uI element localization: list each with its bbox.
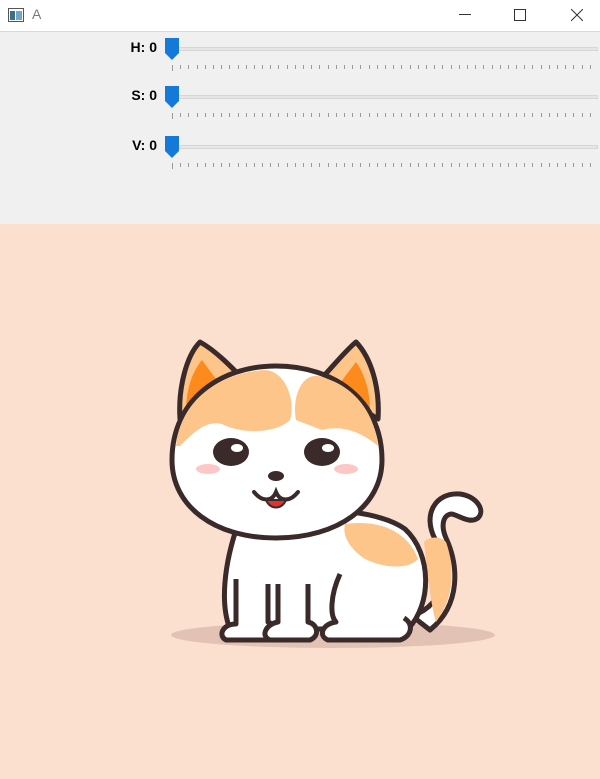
slider-v-thumb[interactable] [165,136,179,158]
cat-cheek-right [334,464,358,474]
title-bar: A [0,0,600,32]
slider-s-track[interactable] [168,95,598,99]
slider-h-label: H: 0 [130,39,157,55]
image-canvas [0,224,600,779]
cat-eye-right [304,438,340,466]
slider-s[interactable]: S: 0 [0,82,600,128]
close-icon [571,9,583,21]
slider-v-label: V: 0 [132,137,157,153]
app-icon [8,8,24,22]
maximize-button[interactable] [497,0,543,31]
slider-s-ticks [172,113,591,119]
cat-eye-left [213,438,249,466]
slider-s-thumb[interactable] [165,86,179,108]
cat-cheek-left [196,464,220,474]
slider-h-track[interactable] [168,47,598,51]
slider-h-ticks [172,65,591,71]
slider-v-ticks [172,163,591,169]
minimize-icon [459,14,471,15]
slider-h[interactable]: H: 0 [0,34,600,80]
close-button[interactable] [554,0,600,31]
cat-illustration [169,339,495,648]
slider-s-label: S: 0 [131,87,157,103]
cat-nose [268,471,284,481]
slider-v[interactable]: V: 0 [0,132,600,178]
slider-h-thumb[interactable] [165,38,179,60]
window-title: A [32,6,42,22]
maximize-icon [514,9,526,21]
minimize-button[interactable] [442,0,488,31]
slider-v-track[interactable] [168,145,598,149]
trackbar-panel: H: 0 S: 0 V: 0 [0,32,600,224]
